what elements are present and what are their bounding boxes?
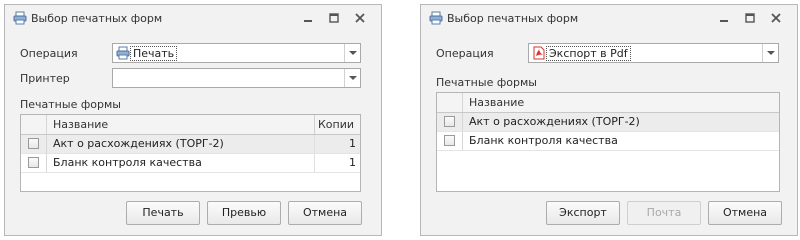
printer-icon	[116, 46, 130, 60]
grid-header-check[interactable]	[437, 93, 463, 112]
title-bar: Выбор печатных форм	[5, 5, 381, 31]
window-title: Выбор печатных форм	[447, 12, 579, 25]
print-forms-dialog: Выбор печатных форм Операция Печать Прин…	[4, 4, 382, 236]
printer-select[interactable]	[112, 68, 361, 88]
chevron-down-icon[interactable]	[762, 44, 778, 62]
row-copies[interactable]: 1	[314, 135, 360, 153]
row-name: Бланк контроля качества	[469, 134, 618, 147]
row-check-cell	[437, 132, 463, 150]
printer-icon	[429, 11, 443, 25]
chevron-down-icon[interactable]	[344, 69, 360, 87]
close-icon[interactable]	[353, 11, 367, 25]
close-icon[interactable]	[769, 11, 783, 25]
maximize-icon[interactable]	[327, 11, 341, 25]
row-checkbox[interactable]	[444, 116, 455, 127]
maximize-icon[interactable]	[743, 11, 757, 25]
table-row[interactable]: Бланк контроля качества 1	[21, 154, 360, 173]
export-button[interactable]: Экспорт	[546, 201, 620, 225]
column-header-copies[interactable]: Копии	[314, 115, 360, 134]
export-forms-dialog: Выбор печатных форм Операция Экспорт в P…	[420, 4, 798, 236]
column-header-name[interactable]: Название	[53, 115, 313, 134]
mail-button[interactable]: Почта	[627, 201, 701, 225]
table-row[interactable]: Бланк контроля качества	[437, 132, 779, 151]
row-check-cell	[437, 113, 463, 131]
forms-grid: Название Акт о расхождениях (ТОРГ-2) Бла…	[436, 92, 780, 192]
grid-header-check[interactable]	[21, 115, 47, 134]
title-bar: Выбор печатных форм	[421, 5, 797, 31]
grid-header: Название	[437, 93, 779, 113]
row-name: Акт о расхождениях (ТОРГ-2)	[469, 115, 640, 128]
table-row[interactable]: Акт о расхождениях (ТОРГ-2) 1	[21, 135, 360, 154]
print-button[interactable]: Печать	[126, 201, 200, 225]
operation-label: Операция	[436, 47, 494, 60]
minimize-icon[interactable]	[717, 11, 731, 25]
operation-value: Печать	[129, 46, 178, 61]
row-name: Акт о расхождениях (ТОРГ-2)	[53, 137, 224, 150]
pdf-icon	[533, 46, 545, 60]
chevron-down-icon[interactable]	[344, 44, 360, 62]
row-checkbox[interactable]	[28, 157, 39, 168]
operation-select[interactable]: Печать	[112, 43, 361, 63]
minimize-icon[interactable]	[301, 11, 315, 25]
forms-grid: Название Копии Акт о расхождениях (ТОРГ-…	[20, 114, 361, 192]
cancel-button[interactable]: Отмена	[708, 201, 782, 225]
grid-header: Название Копии	[21, 115, 360, 135]
preview-button[interactable]: Превью	[207, 201, 281, 225]
row-checkbox[interactable]	[28, 138, 39, 149]
cancel-button[interactable]: Отмена	[288, 201, 362, 225]
forms-section-label: Печатные формы	[436, 76, 537, 89]
row-check-cell	[21, 154, 47, 172]
operation-value: Экспорт в Pdf	[546, 46, 631, 61]
column-header-name[interactable]: Название	[469, 93, 769, 112]
window-title: Выбор печатных форм	[31, 12, 163, 25]
row-check-cell	[21, 135, 47, 153]
printer-label: Принтер	[20, 72, 70, 85]
operation-select[interactable]: Экспорт в Pdf	[528, 43, 779, 63]
row-copies[interactable]: 1	[314, 154, 360, 172]
table-row[interactable]: Акт о расхождениях (ТОРГ-2)	[437, 113, 779, 132]
operation-label: Операция	[20, 47, 78, 60]
printer-icon	[13, 11, 27, 25]
row-name: Бланк контроля качества	[53, 156, 202, 169]
row-checkbox[interactable]	[444, 135, 455, 146]
forms-section-label: Печатные формы	[20, 98, 121, 111]
